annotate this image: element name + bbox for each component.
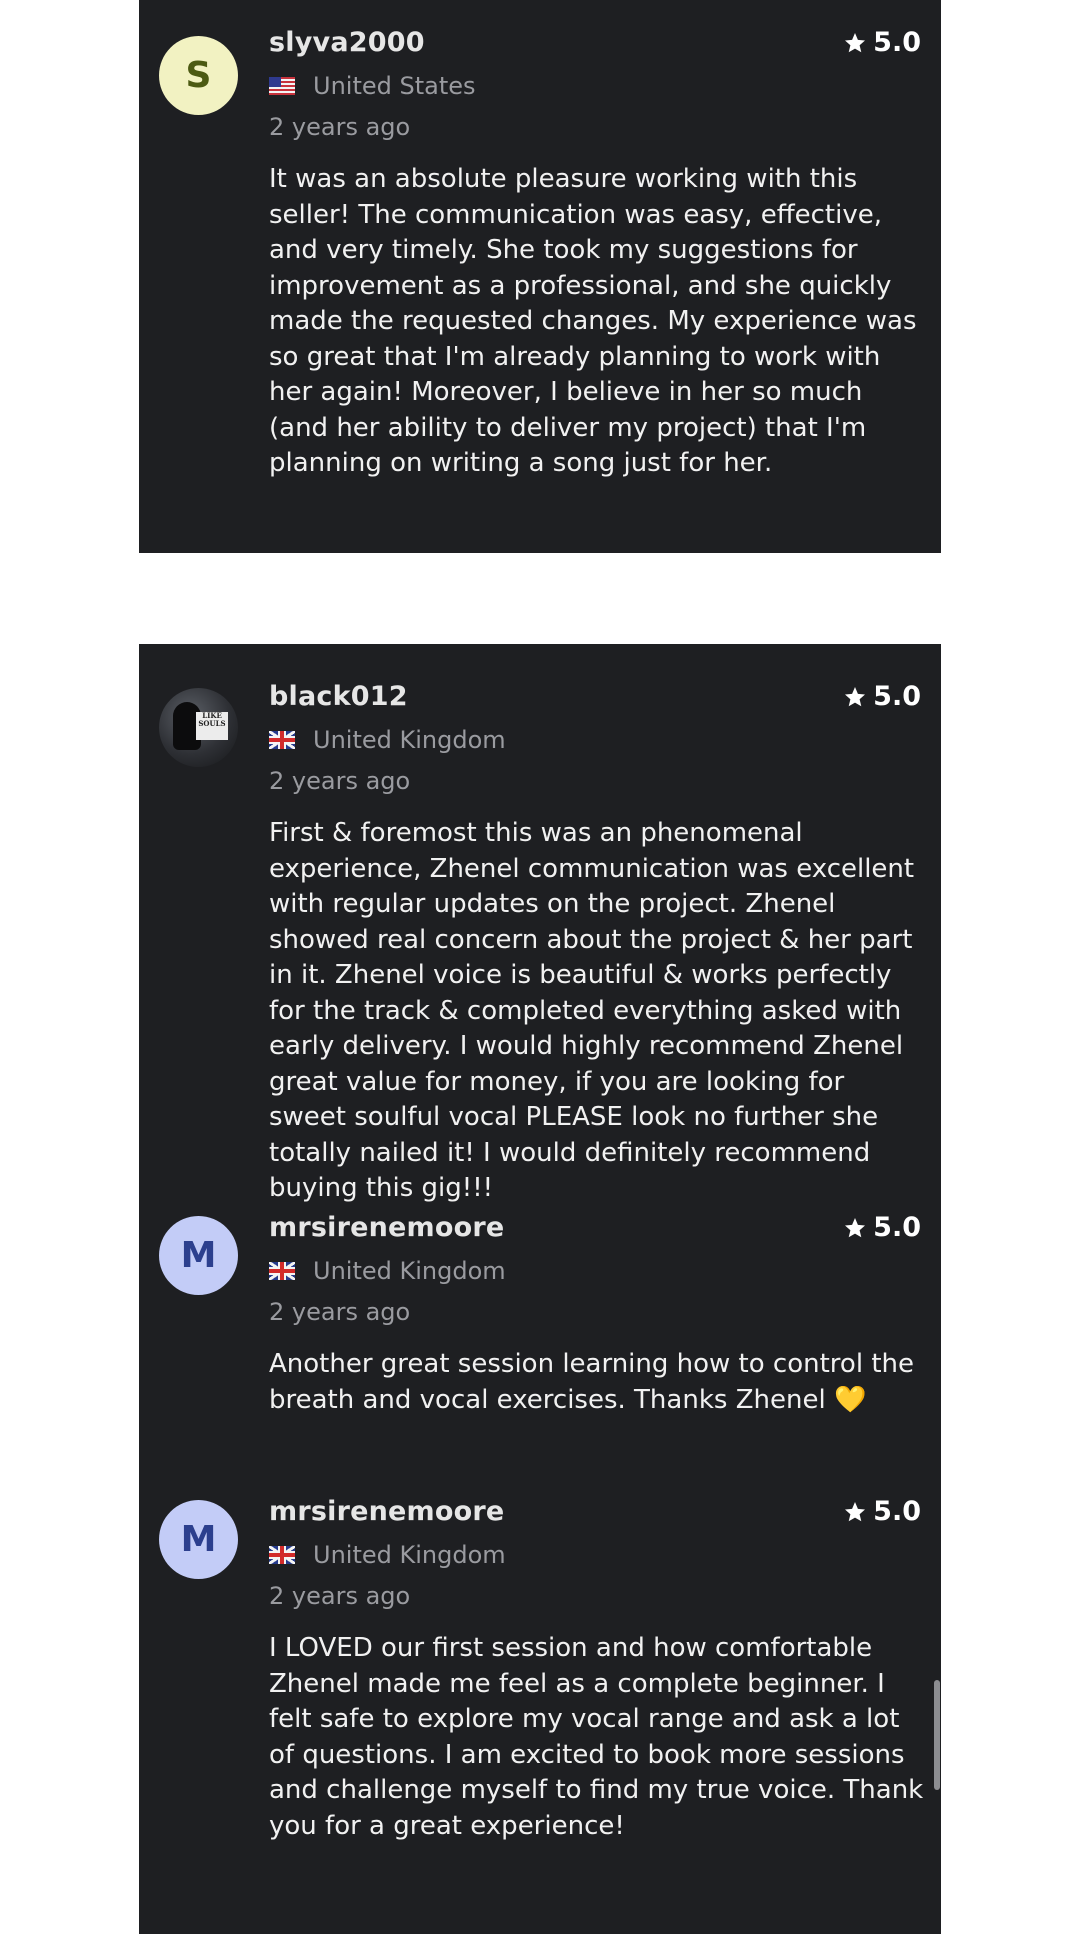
- review-time: 2 years ago: [269, 1298, 411, 1326]
- rating-value: 5.0: [873, 27, 921, 58]
- avatar[interactable]: M: [159, 1216, 238, 1295]
- review-text: It was an absolute pleasure working with…: [269, 164, 917, 478]
- rating: 5.0: [843, 1212, 921, 1243]
- avatar-letter: M: [180, 1235, 217, 1276]
- country-name: United Kingdom: [313, 1541, 506, 1569]
- avatar-photo-badge: LIKE SOULS: [196, 712, 228, 740]
- star-icon: [845, 1501, 866, 1521]
- reviewer-username[interactable]: slyva2000: [269, 27, 425, 58]
- review-time: 2 years ago: [269, 1582, 411, 1610]
- avatar[interactable]: M: [159, 1500, 238, 1579]
- avatar-letter: M: [180, 1519, 217, 1560]
- review-time: 2 years ago: [269, 113, 411, 141]
- country-name: United Kingdom: [313, 726, 506, 754]
- rating: 5.0: [843, 27, 921, 58]
- uk-flag-icon: [269, 1262, 295, 1280]
- rating-value: 5.0: [873, 681, 921, 712]
- uk-flag-icon: [269, 1546, 295, 1564]
- avatar[interactable]: S: [159, 36, 238, 115]
- rating: 5.0: [843, 1496, 921, 1527]
- avatar[interactable]: LIKE SOULS: [159, 688, 238, 767]
- reviewer-country: United States: [269, 72, 476, 100]
- us-flag-icon: [269, 77, 295, 95]
- star-icon: [845, 32, 866, 52]
- rating-value: 5.0: [873, 1496, 921, 1527]
- review-text: I LOVED our first session and how comfor…: [269, 1633, 924, 1841]
- review-text: Another great session learning how to co…: [269, 1349, 914, 1415]
- review-text: First & foremost this was an phenomenal …: [269, 818, 915, 1203]
- rating-value: 5.0: [873, 1212, 921, 1243]
- country-name: United Kingdom: [313, 1257, 506, 1285]
- review-card: S slyva2000 5.0 United States 2 years ag…: [139, 0, 941, 553]
- review-time: 2 years ago: [269, 767, 411, 795]
- reviewer-username[interactable]: black012: [269, 681, 408, 712]
- avatar-letter: S: [185, 55, 212, 96]
- reviewer-username[interactable]: mrsirenemoore: [269, 1496, 504, 1527]
- uk-flag-icon: [269, 731, 295, 749]
- reviewer-username[interactable]: mrsirenemoore: [269, 1212, 504, 1243]
- star-icon: [845, 1217, 866, 1237]
- review-card: LIKE SOULS black012 5.0 United Kingdom 2…: [139, 644, 941, 1934]
- rating: 5.0: [843, 681, 921, 712]
- reviewer-country: United Kingdom: [269, 1541, 506, 1569]
- scrollbar[interactable]: [934, 1680, 940, 1790]
- reviewer-country: United Kingdom: [269, 1257, 506, 1285]
- country-name: United States: [313, 72, 476, 100]
- reviewer-country: United Kingdom: [269, 726, 506, 754]
- star-icon: [845, 686, 866, 706]
